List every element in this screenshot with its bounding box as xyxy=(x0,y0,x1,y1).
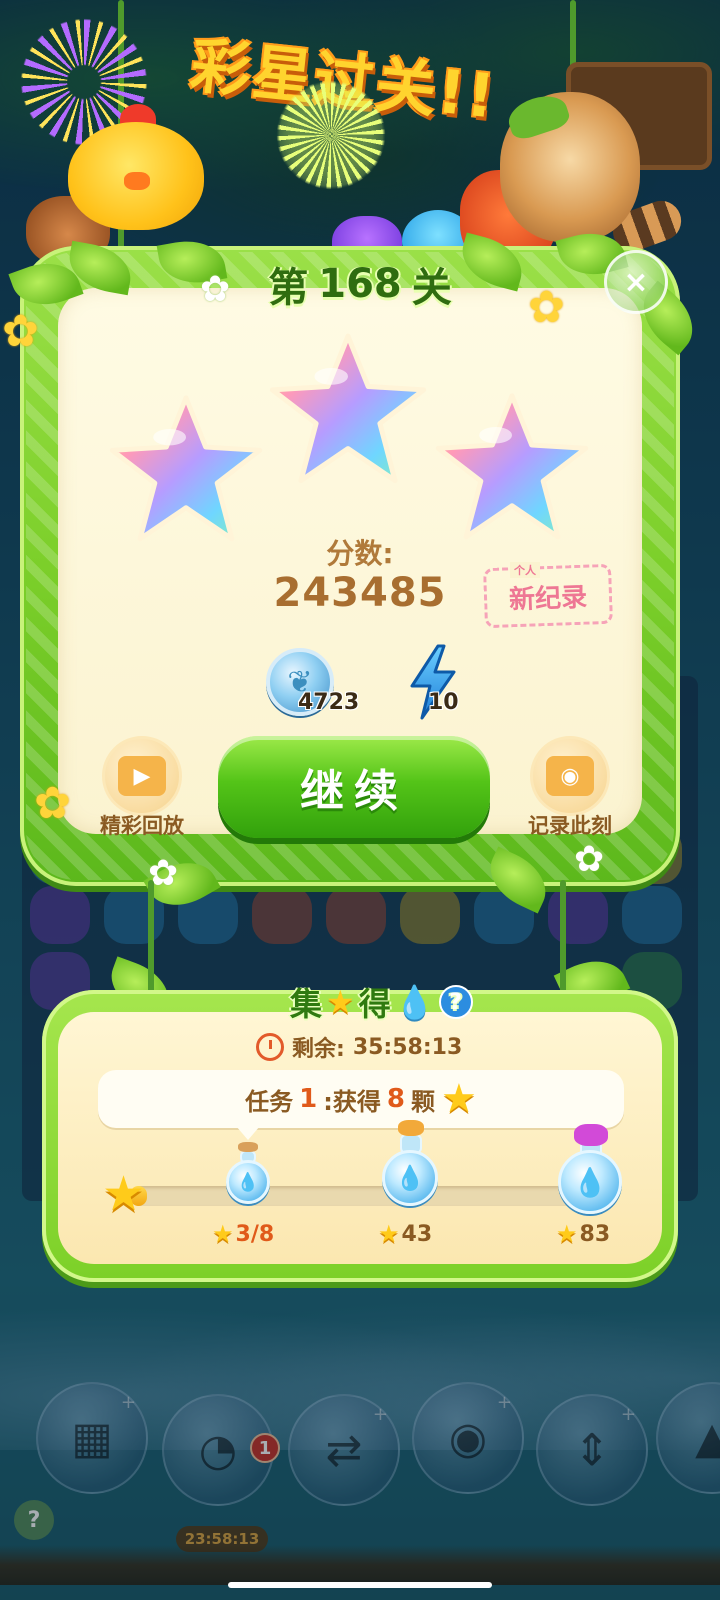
flower-decoration: ✿ xyxy=(528,282,565,333)
event-title-get: 得 xyxy=(358,985,391,1023)
capture-button[interactable]: ◉ xyxy=(530,736,610,816)
flower-decoration: ✿ xyxy=(34,778,71,829)
bottle-cap xyxy=(238,1142,258,1152)
level-title: 第 168 关 xyxy=(250,256,470,312)
event-title: 集 ★ 得 💧 ? xyxy=(290,978,473,1026)
firework-yellow xyxy=(276,80,386,190)
milestone-3-label: 83 xyxy=(579,1221,611,1247)
chick-beak xyxy=(124,172,150,190)
flower-decoration: ✿ xyxy=(574,839,605,880)
level-suffix: 关 xyxy=(411,265,452,311)
event-help-button[interactable]: ? xyxy=(438,985,473,1019)
milestone-3: ★ 83 xyxy=(556,1220,610,1248)
result-star-2 xyxy=(269,333,427,484)
new-record-personal: 个人 xyxy=(510,562,540,578)
star-icon: ★ xyxy=(378,1220,400,1248)
reward-bottle-large[interactable]: 💧 xyxy=(558,1150,622,1214)
star-icon: ★ xyxy=(440,1076,477,1122)
level-prefix: 第 xyxy=(268,265,309,311)
result-star-1 xyxy=(109,395,263,542)
continue-button[interactable]: 继续 xyxy=(218,736,490,838)
milestone-2: ★ 43 xyxy=(378,1220,432,1248)
coin-count: 4723 xyxy=(298,690,360,715)
video-camera-icon: ▶ xyxy=(118,756,166,796)
flower-decoration: ✿ xyxy=(200,269,231,310)
task-description: 任务 1 :获得 8 颗 ★ xyxy=(98,1070,624,1128)
countdown-value: 35:58:13 xyxy=(352,1034,463,1060)
milestone-1-label: 3/8 xyxy=(235,1221,275,1247)
hanging-vine xyxy=(148,880,154,1000)
flower-decoration: ✿ xyxy=(2,306,39,357)
close-button[interactable]: × xyxy=(604,250,668,314)
task-suffix: 颗 xyxy=(410,1087,435,1116)
milestone-2-label: 43 xyxy=(401,1221,433,1247)
level-number: 168 xyxy=(318,261,402,307)
star-icon: ★ xyxy=(326,983,355,1021)
milestone-1: ★ 3/8 xyxy=(212,1220,274,1248)
star-icon: ★ xyxy=(556,1220,578,1248)
new-record-stamp: 新纪录 xyxy=(482,563,614,629)
event-title-collect: 集 xyxy=(290,985,323,1023)
clock-icon xyxy=(256,1033,284,1061)
countdown-label: 剩余: xyxy=(292,1037,345,1062)
event-countdown: 剩余: 35:58:13 xyxy=(256,1030,462,1064)
event-progress-bar xyxy=(130,1186,610,1206)
progress-star-icon: ★ xyxy=(102,1166,146,1222)
score-label: 分数: xyxy=(326,537,394,570)
replay-label: 精彩回放 xyxy=(100,814,184,838)
task-prefix: 任务 xyxy=(245,1087,294,1116)
star-icon: ★ xyxy=(212,1220,234,1248)
home-indicator[interactable] xyxy=(228,1582,492,1588)
replay-button[interactable]: ▶ xyxy=(102,736,182,816)
hanging-vine xyxy=(560,880,566,1000)
camera-icon: ◉ xyxy=(546,756,594,796)
bottle-cap xyxy=(398,1120,424,1136)
reward-bottle-small[interactable]: 💧 xyxy=(226,1160,270,1204)
task-middle: :获得 xyxy=(323,1087,381,1116)
score-value: 243485 xyxy=(273,570,447,616)
task-pointer xyxy=(236,1126,260,1140)
new-record-label: 新纪录 xyxy=(508,582,588,615)
water-drop-icon: 💧 xyxy=(394,983,435,1021)
lightning-count: 10 xyxy=(428,690,459,715)
task-count: 8 xyxy=(386,1084,405,1114)
capture-label: 记录此刻 xyxy=(528,814,612,838)
result-star-3 xyxy=(435,393,589,540)
reward-bottle-medium[interactable]: 💧 xyxy=(382,1150,438,1206)
task-number: 1 xyxy=(299,1084,318,1114)
gem-cap xyxy=(574,1124,608,1146)
